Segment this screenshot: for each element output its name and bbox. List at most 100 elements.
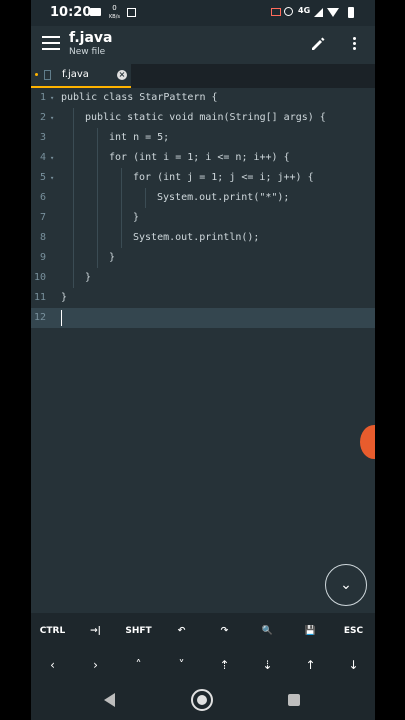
indent-guide [121,168,122,188]
code-line[interactable]: 4 ▾ for (int i = 1; i <= n; i++) { [31,148,375,168]
code-line[interactable]: 10} [31,268,375,288]
code-text: int n = 5; [109,132,170,143]
pencil-icon[interactable] [310,36,326,52]
arrow-right-icon[interactable]: › [74,649,117,681]
indent-guide [73,248,74,268]
indent-guide [73,268,74,288]
nav-recents-icon[interactable] [288,694,300,706]
system-nav-bar [31,681,375,720]
indent-guide [73,148,74,168]
net-speed-value: 0 [112,4,117,12]
line-number: 1 [39,92,46,103]
nav-back-icon[interactable] [104,693,115,707]
code-line[interactable]: 8 System.out.println(); [31,228,375,248]
indent-guide [121,188,122,208]
battery-icon [348,7,354,18]
fold-arrow-icon[interactable]: ▾ [50,88,54,108]
shift-key[interactable]: SHFT [117,613,160,649]
code-text: public static void main(String[] args) { [85,112,326,123]
code-text: for (int i = 1; i <= n; i++) { [109,152,290,163]
indent-guide [73,208,74,228]
indent-guide [73,188,74,208]
chevron-down-icon: ⌄ [340,577,352,593]
page-title: f.java [69,30,113,46]
indent-guide [121,208,122,228]
status-bar: 10:20 0 KB/s 4G [31,0,375,26]
app-bar: f.java New file [31,26,375,64]
indent-guide [121,228,122,248]
code-text: for (int j = 1; j <= i; j++) { [133,172,314,183]
arrow-down-icon[interactable]: ˅ [160,649,203,681]
code-line[interactable]: 6 System.out.print("*"); [31,188,375,208]
arrow-left-icon[interactable]: ‹ [31,649,74,681]
indent-guide [97,128,98,148]
code-editor[interactable]: 1 ▾ public class StarPattern { 2 ▾ public sta… [31,88,375,608]
calendar-icon [127,8,136,17]
line-number: 6 [39,192,46,203]
code-line[interactable]: 12 [31,308,375,328]
document-end-icon[interactable]: ↓ [332,649,375,681]
net-speed-unit: KB/s [109,14,120,20]
ctrl-key[interactable]: CTRL [31,613,74,649]
indent-guide [97,188,98,208]
tab-key[interactable]: →| [74,613,117,649]
code-text: } [133,212,140,223]
fold-arrow-icon[interactable]: ▾ [50,108,54,128]
page-up-icon[interactable]: ⇡ [203,649,246,681]
save-icon[interactable]: 💾 [289,613,332,649]
indent-guide [73,168,74,188]
indent-guide [97,228,98,248]
indent-guide [97,168,98,188]
line-number: 9 [39,252,46,263]
code-line[interactable]: 11} [31,288,375,308]
code-text: } [85,272,92,283]
code-text: public class StarPattern { [61,92,218,103]
line-number: 4 [39,152,46,163]
code-text: System.out.print("*"); [157,192,290,203]
page-subtitle: New file [69,47,106,57]
indent-guide [97,208,98,228]
data-speed-icon: 0 KB/s [109,4,120,20]
nav-home-icon[interactable] [191,689,213,711]
arrow-up-icon[interactable]: ˄ [117,649,160,681]
fold-arrow-icon[interactable]: ▾ [50,168,54,188]
wifi-icon [327,8,339,17]
redo-icon[interactable]: ↷ [203,613,246,649]
cast-icon [271,8,281,16]
scroll-down-button[interactable]: ⌄ [325,564,367,606]
extra-keys-toolbar: CTRL →| SHFT ↶ ↷ 🔍 💾 ESC [31,613,375,649]
esc-key[interactable]: ESC [332,613,375,649]
file-tab[interactable]: f.java × [31,64,131,88]
file-tab-strip: f.java × [31,64,375,88]
network-type: 4G [298,6,311,15]
hamburger-menu-icon[interactable] [42,36,60,50]
status-time: 10:20 [50,5,92,20]
code-line[interactable]: 1 ▾ public class StarPattern { [31,88,375,108]
line-number: 8 [39,232,46,243]
search-icon[interactable]: 🔍 [246,613,289,649]
indent-guide [73,128,74,148]
undo-icon[interactable]: ↶ [160,613,203,649]
modified-dot-icon [35,73,38,76]
signal-icon [314,8,323,17]
code-line[interactable]: 3 int n = 5; [31,128,375,148]
line-number: 3 [39,132,46,143]
code-text: } [109,252,116,263]
indent-guide [145,188,146,208]
code-line[interactable]: 2 ▾ public static void main(String[] args)… [31,108,375,128]
text-cursor [61,310,62,326]
code-text: } [61,292,68,303]
alarm-icon [284,7,293,16]
code-line[interactable]: 9} [31,248,375,268]
code-line[interactable]: 5 ▾ for (int j = 1; j <= i; j++) { [31,168,375,188]
line-number: 12 [33,312,46,323]
close-icon[interactable]: × [117,70,127,80]
line-number: 11 [33,292,46,303]
fold-arrow-icon[interactable]: ▾ [50,148,54,168]
page-down-icon[interactable]: ⇣ [246,649,289,681]
more-vert-icon[interactable] [353,37,357,52]
indent-guide [97,248,98,268]
code-line[interactable]: 7} [31,208,375,228]
app-screen: 10:20 0 KB/s 4G f.java New file f.java × [31,0,375,720]
document-start-icon[interactable]: ↑ [289,649,332,681]
